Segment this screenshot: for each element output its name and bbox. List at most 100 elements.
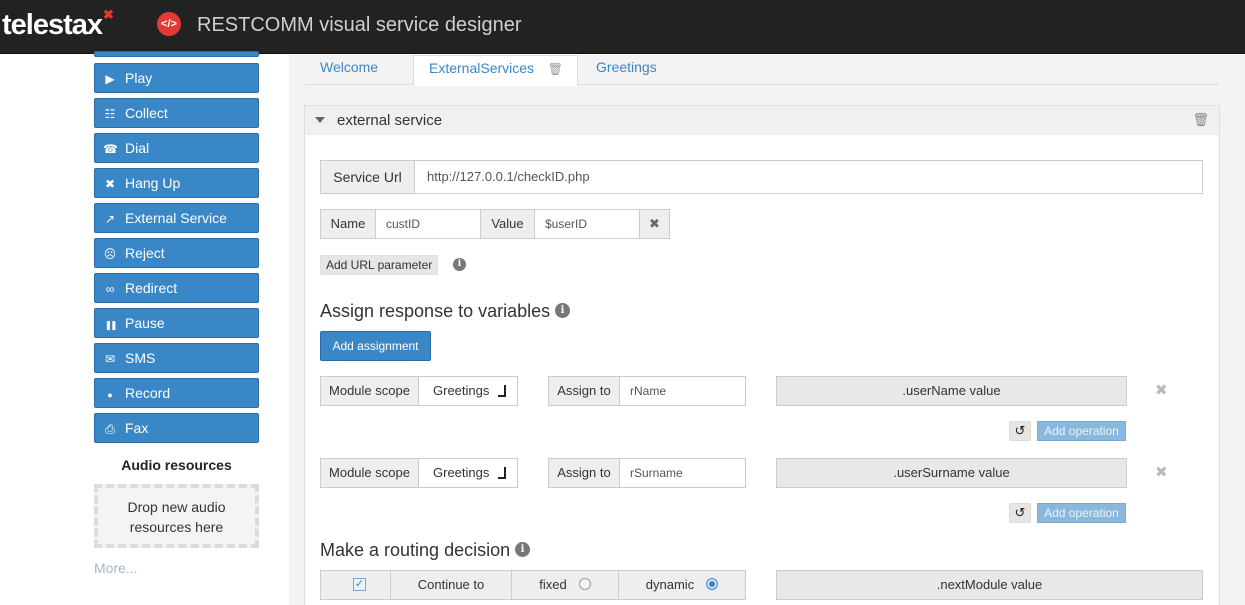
- fixed-option[interactable]: fixed: [511, 570, 619, 600]
- undo-icon[interactable]: ↺: [1009, 503, 1031, 523]
- sidebar-item-fax[interactable]: ⎙ Fax: [94, 413, 259, 443]
- sidebar-item-redirect[interactable]: ∞ Redirect: [94, 273, 259, 303]
- sidebar-item-collect[interactable]: ☷ Collect: [94, 98, 259, 128]
- info-icon: i: [453, 258, 466, 271]
- assign-to-input[interactable]: rSurname: [619, 458, 746, 488]
- routing-value-button[interactable]: .nextModule value: [776, 570, 1203, 600]
- sidebar-item-external-service[interactable]: ↗ External Service: [94, 203, 259, 233]
- module-scope-label: Module scope: [320, 376, 419, 406]
- dropdown-arrow-icon: [498, 467, 506, 479]
- param-value-label: Value: [480, 209, 535, 239]
- microphone-icon: ●: [107, 390, 113, 400]
- service-url-label: Service Url: [320, 160, 415, 194]
- tab-greetings[interactable]: Greetings: [596, 55, 657, 85]
- sidebar-item-label: Collect: [125, 105, 168, 121]
- assignment-value-button[interactable]: .userName value: [776, 376, 1127, 406]
- logo-mark-icon: ✖: [103, 7, 114, 22]
- sidebar-item-sms[interactable]: ✉ SMS: [94, 343, 259, 373]
- dropzone-text-line2: resources here: [129, 519, 224, 535]
- sidebar: ▶ Play ☷ Collect ☎ Dial ✖ Hang Up ↗ External …: [0, 51, 289, 605]
- remove-assignment-icon[interactable]: ✖: [1155, 381, 1168, 399]
- assign-section-title: Assign response to variables: [320, 301, 551, 321]
- dynamic-radio[interactable]: [706, 578, 719, 590]
- module-scope-select[interactable]: Greetings: [418, 458, 518, 488]
- param-name-input[interactable]: custID: [375, 209, 481, 239]
- sidebar-item-label: Redirect: [125, 280, 178, 296]
- sidebar-item-hang-up[interactable]: ✖ Hang Up: [94, 168, 259, 198]
- sidebar-item-record[interactable]: ● Record: [94, 378, 259, 408]
- link-icon: ∞: [105, 282, 115, 296]
- sidebar-item-label: SMS: [125, 350, 156, 366]
- assign-to-input[interactable]: rName: [619, 376, 746, 406]
- routing-section-title: Make a routing decision: [320, 540, 511, 560]
- sidebar-item-label: Hang Up: [125, 175, 181, 191]
- play-icon: ▶: [105, 72, 115, 86]
- param-value-input[interactable]: $userID: [534, 209, 640, 239]
- phone-icon: ☎: [103, 142, 118, 156]
- dynamic-option[interactable]: dynamic: [618, 570, 746, 600]
- module-tabs: Welcome ExternalServices 🗑 Greetings: [305, 55, 1219, 86]
- sidebar-item-label: Play: [125, 70, 153, 86]
- add-url-parameter-button[interactable]: Add URL parameter: [320, 255, 439, 275]
- undo-icon[interactable]: ↺: [1009, 421, 1031, 441]
- module-scope-select[interactable]: Greetings: [418, 376, 518, 406]
- info-icon: i: [515, 542, 530, 557]
- panel-title: external service: [337, 112, 443, 129]
- dropzone-text-line1: Drop new audio: [127, 499, 226, 515]
- sidebar-item-dial[interactable]: ☎ Dial: [94, 133, 259, 163]
- restcomm-icon: </>: [157, 12, 181, 36]
- more-link[interactable]: More...: [94, 560, 138, 576]
- sidebar-item-reject[interactable]: ☹ Reject: [94, 238, 259, 268]
- grid-icon: ☷: [104, 107, 116, 121]
- tab-label: ExternalServices: [429, 60, 535, 76]
- remove-param-icon[interactable]: ✖: [639, 209, 670, 239]
- pause-icon: ❚❚: [104, 320, 117, 330]
- service-url-input[interactable]: http://127.0.0.1/checkID.php: [414, 160, 1203, 194]
- sidebar-item-play[interactable]: ▶ Play: [94, 63, 259, 93]
- close-icon: ✖: [104, 177, 116, 191]
- tab-welcome[interactable]: Welcome: [320, 55, 378, 85]
- sidebar-item-label: External Service: [125, 210, 227, 226]
- select-value: Greetings: [433, 383, 490, 398]
- sidebar-item-cut-off[interactable]: [94, 51, 259, 57]
- dynamic-label: dynamic: [645, 577, 695, 592]
- audio-resources-title: Audio resources: [121, 457, 232, 473]
- dropdown-arrow-icon: [498, 385, 506, 397]
- info-icon: i: [555, 303, 570, 318]
- remove-assignment-icon[interactable]: ✖: [1155, 463, 1168, 481]
- module-scope-label: Module scope: [320, 458, 419, 488]
- audio-dropzone[interactable]: Drop new audio resources here: [94, 484, 259, 548]
- main-area: Welcome ExternalServices 🗑 Greetings ext…: [289, 55, 1245, 605]
- checkbox-checked-icon[interactable]: ✓: [353, 578, 366, 591]
- add-operation-button[interactable]: Add operation: [1037, 503, 1126, 523]
- sidebar-item-label: Dial: [125, 140, 150, 156]
- sidebar-item-label: Reject: [125, 245, 165, 261]
- top-bar: telestax✖ </> RESTCOMM visual service de…: [0, 0, 1245, 54]
- add-operation-button[interactable]: Add operation: [1037, 421, 1126, 441]
- app-title: RESTCOMM visual service designer: [197, 14, 522, 36]
- assignment-value-button[interactable]: .userSurname value: [776, 458, 1127, 488]
- sidebar-item-pause[interactable]: ❚❚ Pause: [94, 308, 259, 338]
- thumbs-down-icon: ☹: [103, 247, 117, 261]
- trash-icon[interactable]: 🗑: [548, 59, 563, 79]
- routing-checkbox-cell[interactable]: ✓: [320, 570, 391, 600]
- print-icon: ⎙: [105, 422, 115, 436]
- add-assignment-button[interactable]: Add assignment: [320, 331, 431, 361]
- select-value: Greetings: [433, 465, 490, 480]
- sidebar-item-label: Fax: [125, 420, 149, 436]
- caret-down-icon[interactable]: [315, 117, 325, 123]
- continue-to-label: Continue to: [390, 570, 512, 600]
- tab-externalservices[interactable]: ExternalServices 🗑: [413, 55, 578, 86]
- sidebar-item-label: Record: [125, 385, 171, 401]
- logo-text: telestax: [2, 9, 103, 41]
- fixed-radio[interactable]: [578, 578, 591, 590]
- trash-icon[interactable]: 🗑: [1192, 112, 1209, 128]
- external-link-icon: ↗: [104, 212, 116, 226]
- telestax-logo: telestax✖: [2, 7, 114, 42]
- envelope-icon: ✉: [104, 352, 116, 366]
- sidebar-item-label: Pause: [125, 315, 165, 331]
- fixed-label: fixed: [539, 577, 567, 592]
- assign-to-label: Assign to: [548, 376, 620, 406]
- panel-header[interactable]: external service 🗑: [305, 106, 1219, 135]
- module-panel: external service 🗑 Service Url http://12…: [304, 105, 1220, 605]
